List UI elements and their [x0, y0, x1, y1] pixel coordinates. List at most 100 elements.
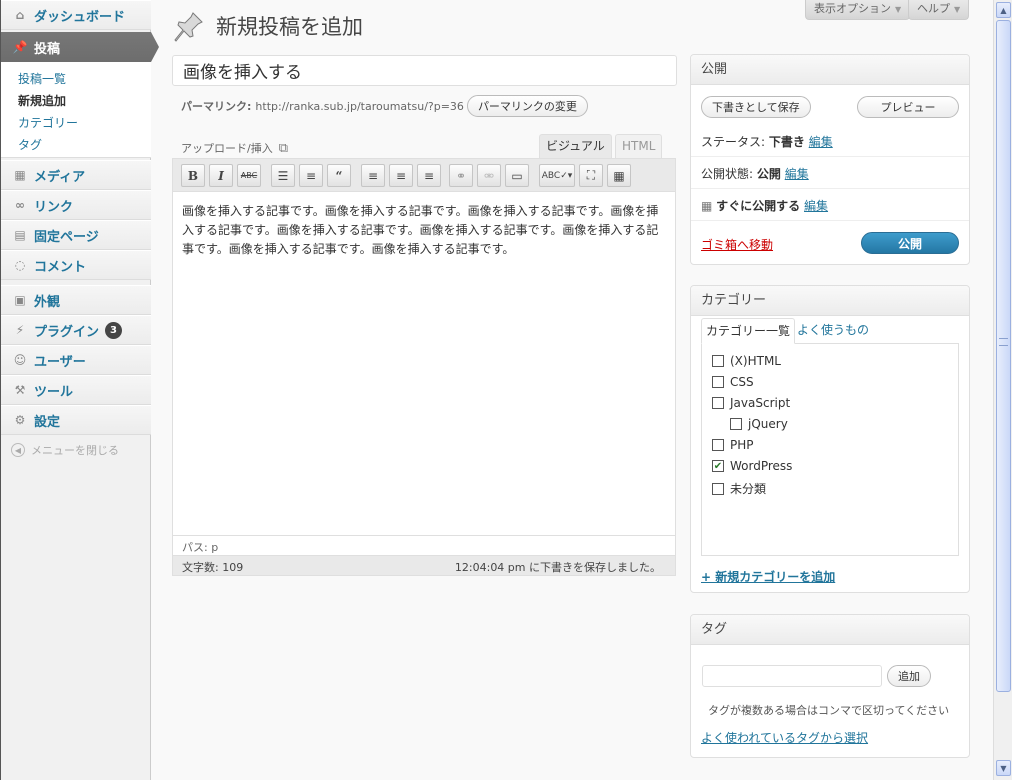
- spellcheck-icon[interactable]: ABC✓▾: [539, 164, 575, 187]
- submenu-tags[interactable]: タグ: [18, 134, 151, 156]
- tab-html[interactable]: HTML: [615, 134, 663, 158]
- add-media-icon[interactable]: ⧉: [279, 141, 288, 156]
- insert-more-icon[interactable]: ▭: [505, 164, 529, 187]
- menu-links[interactable]: ∞ リンク: [1, 190, 151, 220]
- checkbox[interactable]: [730, 418, 742, 430]
- permalink-label: パーマリンク:: [181, 100, 252, 113]
- fullscreen-icon[interactable]: ⛶: [579, 164, 603, 187]
- tab-popular-categories[interactable]: よく使うもの: [793, 318, 873, 344]
- submenu-add-new[interactable]: 新規追加: [18, 90, 151, 112]
- category-item[interactable]: (X)HTML: [712, 354, 781, 368]
- strikethrough-icon[interactable]: ABC: [237, 164, 261, 187]
- menu-comments[interactable]: ◌ コメント: [1, 250, 151, 280]
- triangle-down-icon: ▼: [954, 5, 961, 14]
- calendar-icon: ▦: [701, 199, 713, 213]
- visibility-row: 公開状態: 公開 編集: [701, 167, 809, 181]
- tag-box: タグ 追加 タグが複数ある場合はコンマで区切ってください よく使われているタグか…: [690, 614, 970, 758]
- align-right-icon[interactable]: ≡: [417, 164, 441, 187]
- popular-tags-link[interactable]: よく使われているタグから選択: [701, 729, 868, 746]
- checkbox[interactable]: [712, 482, 724, 495]
- comment-icon: ◌: [14, 258, 26, 272]
- numbered-list-icon[interactable]: ≡: [299, 164, 323, 187]
- italic-icon[interactable]: I: [209, 164, 233, 187]
- edit-visibility-link[interactable]: 編集: [785, 167, 809, 181]
- link-icon: ∞: [15, 198, 25, 212]
- blockquote-icon[interactable]: “: [327, 164, 351, 187]
- checkbox[interactable]: [712, 439, 724, 451]
- menu-appearance[interactable]: ▣ 外観: [1, 285, 151, 315]
- help-button[interactable]: ヘルプ ▼: [908, 0, 970, 20]
- new-tag-input[interactable]: [702, 665, 882, 687]
- publish-box-title[interactable]: 公開: [691, 55, 969, 85]
- menu-posts[interactable]: 📌 投稿: [1, 32, 159, 62]
- checkbox[interactable]: [712, 397, 724, 409]
- menu-users[interactable]: ☺ ユーザー: [1, 345, 151, 375]
- pushpin-title-icon: [174, 12, 203, 42]
- menu-dashboard[interactable]: ⌂ ダッシュボード: [1, 0, 151, 30]
- category-item[interactable]: CSS: [712, 375, 754, 389]
- admin-menu: ⌂ ダッシュボード 📌 投稿 投稿一覧 新規追加 カテゴリー タグ ▦ メディア…: [1, 0, 159, 780]
- move-to-trash-link[interactable]: ゴミ箱へ移動: [701, 236, 773, 253]
- tools-icon: ⚒: [14, 383, 26, 397]
- category-item[interactable]: 未分類: [712, 480, 766, 497]
- menu-pages[interactable]: ▤ 固定ページ: [1, 220, 151, 250]
- menu-tools[interactable]: ⚒ ツール: [1, 375, 151, 405]
- menu-settings[interactable]: ⚙ 設定: [1, 405, 151, 435]
- submenu-categories[interactable]: カテゴリー: [18, 112, 151, 134]
- post-title-input[interactable]: [172, 55, 677, 86]
- category-item[interactable]: JavaScript: [712, 396, 790, 410]
- wp-admin-window: ⌂ ダッシュボード 📌 投稿 投稿一覧 新規追加 カテゴリー タグ ▦ メディア…: [0, 0, 1012, 780]
- unlink-icon[interactable]: ⚮: [477, 164, 501, 187]
- add-new-category-link[interactable]: + 新規カテゴリーを追加: [701, 568, 835, 585]
- permalink-url[interactable]: http://ranka.sub.jp/taroumatsu/?p=36: [255, 100, 464, 113]
- scrollbar-thumb[interactable]: [996, 20, 1011, 692]
- edit-schedule-link[interactable]: 編集: [804, 199, 828, 213]
- publish-button[interactable]: 公開: [861, 232, 959, 254]
- edit-status-link[interactable]: 編集: [809, 135, 833, 149]
- tag-hint: タグが複数ある場合はコンマで区切ってください: [708, 704, 950, 717]
- change-permalink-button[interactable]: パーマリンクの変更: [466, 95, 588, 117]
- divider: [691, 156, 969, 157]
- vertical-scrollbar[interactable]: ▲ ▼: [993, 0, 1012, 780]
- divider: [691, 188, 969, 189]
- pages-icon: ▤: [14, 228, 26, 242]
- tab-visual[interactable]: ビジュアル: [539, 134, 612, 158]
- media-icon: ▦: [14, 168, 26, 182]
- category-checklist: (X)HTML CSS JavaScript jQuery PHP ✔ WordP…: [701, 343, 959, 556]
- tag-box-title[interactable]: タグ: [691, 615, 969, 645]
- posts-submenu: 投稿一覧 新規追加 カテゴリー タグ: [1, 62, 151, 158]
- insert-link-icon[interactable]: ⚭: [449, 164, 473, 187]
- upload-insert-row: アップロード/挿入 ⧉: [181, 140, 289, 156]
- save-draft-button[interactable]: 下書きとして保存: [701, 96, 811, 118]
- menu-plugins[interactable]: ⚡ プラグイン 3: [1, 315, 151, 345]
- schedule-row: ▦ すぐに公開する 編集: [701, 199, 829, 213]
- kitchen-sink-icon[interactable]: ▦: [607, 164, 631, 187]
- menu-media[interactable]: ▦ メディア: [1, 160, 151, 190]
- category-item[interactable]: jQuery: [730, 417, 788, 431]
- category-box-title[interactable]: カテゴリー: [691, 286, 969, 316]
- collapse-menu-button[interactable]: ◀ メニューを閉じる: [11, 442, 119, 458]
- editor-content[interactable]: 画像を挿入する記事です。画像を挿入する記事です。画像を挿入する記事です。画像を挿…: [173, 192, 675, 528]
- settings-icon: ⚙: [14, 413, 26, 427]
- category-item[interactable]: ✔ WordPress: [712, 459, 792, 473]
- plugin-update-badge: 3: [105, 321, 123, 339]
- add-tag-button[interactable]: 追加: [887, 665, 931, 687]
- permalink-row: パーマリンク: http://ranka.sub.jp/taroumatsu/?…: [181, 95, 588, 117]
- scroll-up-icon[interactable]: ▲: [996, 2, 1011, 18]
- submenu-all-posts[interactable]: 投稿一覧: [18, 68, 151, 90]
- content-editor: B I ABC ☰ ≡ “ ≡ ≡ ≡ ⚭ ⚮ ▭ ABC✓▾ ⛶ ▦ 画像を挿…: [172, 158, 676, 576]
- category-item[interactable]: PHP: [712, 438, 754, 452]
- publish-box: 公開 下書きとして保存 プレビュー ステータス: 下書き 編集 公開状態: 公開…: [690, 54, 970, 265]
- tab-all-categories[interactable]: カテゴリー一覧: [701, 318, 796, 344]
- bullet-list-icon[interactable]: ☰: [271, 164, 295, 187]
- bold-icon[interactable]: B: [181, 164, 205, 187]
- screen-options-button[interactable]: 表示オプション ▼: [805, 0, 911, 20]
- align-center-icon[interactable]: ≡: [389, 164, 413, 187]
- checkbox[interactable]: [712, 355, 724, 367]
- align-left-icon[interactable]: ≡: [361, 164, 385, 187]
- collapse-arrow-icon: ◀: [11, 443, 25, 457]
- checkbox-checked[interactable]: ✔: [712, 460, 724, 472]
- scroll-down-icon[interactable]: ▼: [996, 760, 1011, 776]
- preview-button[interactable]: プレビュー: [857, 96, 959, 118]
- checkbox[interactable]: [712, 376, 724, 388]
